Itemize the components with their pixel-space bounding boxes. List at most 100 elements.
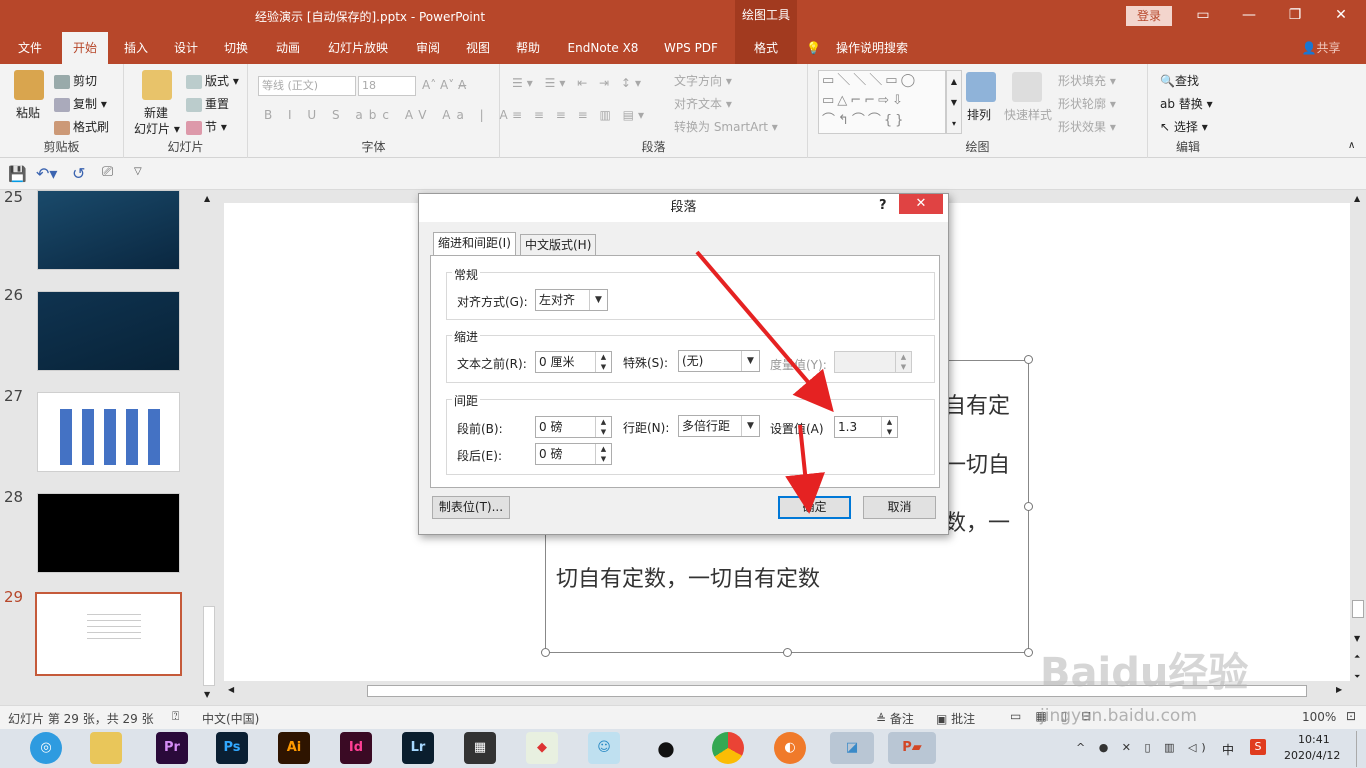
- tab-endnote[interactable]: EndNote X8: [560, 32, 646, 64]
- editor-vertical-scrollbar[interactable]: ▲ ▼ ⏶ ⏷: [1350, 194, 1366, 705]
- spinner-icon[interactable]: ▲ ▼: [595, 352, 611, 372]
- tab-view[interactable]: 视图: [456, 32, 500, 64]
- spacing-before-input[interactable]: 0 磅 ▲ ▼: [535, 416, 612, 438]
- save-icon[interactable]: 💾: [8, 165, 27, 183]
- resize-handle[interactable]: [1024, 355, 1033, 364]
- next-slide-icon[interactable]: ⏷: [1354, 672, 1360, 682]
- show-desktop-button[interactable]: [1356, 731, 1366, 767]
- comments-button[interactable]: ▣ 批注: [936, 710, 975, 727]
- thumbnail-scrollbar[interactable]: ▲ ▼: [202, 194, 216, 702]
- arrange-icon[interactable]: [966, 72, 996, 102]
- at-input[interactable]: 1.3 ▲ ▼: [834, 416, 898, 438]
- paste-icon[interactable]: [14, 70, 44, 100]
- scroll-up-icon[interactable]: ▲: [204, 194, 210, 203]
- presentation-icon[interactable]: ⎚: [102, 164, 113, 180]
- resize-handle[interactable]: [1024, 648, 1033, 657]
- spinner-icon[interactable]: ▲ ▼: [595, 417, 611, 437]
- browser-e-icon[interactable]: ◎: [30, 732, 62, 764]
- new-slide-icon[interactable]: [142, 70, 172, 100]
- tab-home[interactable]: 开始: [62, 32, 108, 64]
- thumbnail-scroll-thumb[interactable]: [203, 606, 215, 686]
- resize-handle[interactable]: [783, 648, 792, 657]
- spinner-icon[interactable]: ▲ ▼: [595, 444, 611, 464]
- quick-styles-button[interactable]: 快速样式: [1004, 106, 1052, 123]
- cancel-button[interactable]: 取消: [863, 496, 936, 519]
- spinner-icon[interactable]: ▲ ▼: [881, 417, 897, 437]
- undo-icon[interactable]: ↶▾: [36, 164, 57, 183]
- thumbnail-slide-28[interactable]: [37, 493, 180, 573]
- scroll-down-icon[interactable]: ▼: [204, 690, 210, 699]
- chrome-icon[interactable]: [712, 732, 744, 764]
- share-button[interactable]: 👤共享: [1296, 32, 1346, 64]
- language-status[interactable]: 中文(中国): [202, 710, 259, 727]
- quick-styles-icon[interactable]: [1012, 72, 1042, 102]
- file-explorer-icon[interactable]: [90, 732, 122, 764]
- lightroom-icon[interactable]: Lr: [402, 732, 434, 764]
- spacing-after-input[interactable]: 0 磅 ▲ ▼: [535, 443, 612, 465]
- tab-review[interactable]: 审阅: [406, 32, 450, 64]
- new-slide-dropdown[interactable]: 幻灯片 ▾: [134, 120, 180, 137]
- align-text-button[interactable]: 对齐文本 ▾: [674, 95, 732, 112]
- thumbnail-slide-25[interactable]: [37, 190, 180, 270]
- tell-me-search[interactable]: 操作说明搜索: [832, 32, 912, 64]
- tab-insert[interactable]: 插入: [114, 32, 158, 64]
- collapse-ribbon-icon[interactable]: ∧: [1348, 140, 1355, 151]
- fit-slide-icon[interactable]: ⊡: [1346, 709, 1356, 723]
- new-slide-button[interactable]: 新建: [144, 104, 168, 121]
- zoom-level[interactable]: 100%: [1302, 710, 1336, 724]
- shape-outline-button[interactable]: 形状轮廓 ▾: [1058, 95, 1116, 112]
- list-buttons[interactable]: ☰▾ ☰▾ ⇤ ⇥ ↕▾: [512, 76, 645, 90]
- ok-button[interactable]: 确定: [778, 496, 851, 519]
- reset-button[interactable]: 重置: [186, 95, 229, 112]
- smartart-button[interactable]: 转换为 SmartArt ▾: [674, 118, 778, 135]
- scroll-left-icon[interactable]: ◀: [228, 685, 234, 694]
- customize-qat-icon[interactable]: ▽: [134, 166, 142, 177]
- tab-indents-spacing[interactable]: 缩进和间距(I): [433, 232, 516, 256]
- qq-icon[interactable]: ●: [650, 732, 682, 764]
- shape-effects-button[interactable]: 形状效果 ▾: [1058, 118, 1116, 135]
- restore-icon[interactable]: ❐: [1272, 0, 1318, 32]
- tab-chinese-typography[interactable]: 中文版式(H): [520, 234, 597, 256]
- thumbnail-slide-26[interactable]: [37, 291, 180, 371]
- tab-help[interactable]: 帮助: [506, 32, 550, 64]
- resize-handle[interactable]: [541, 648, 550, 657]
- editor-scroll-thumb[interactable]: [1352, 600, 1364, 618]
- previous-slide-icon[interactable]: ⏶: [1354, 652, 1360, 662]
- alignment-select[interactable]: 左对齐 ▼: [535, 289, 608, 311]
- tab-wps-pdf[interactable]: WPS PDF: [656, 32, 726, 64]
- login-button[interactable]: 登录: [1126, 6, 1172, 26]
- arrange-button[interactable]: 排列: [967, 106, 991, 123]
- thumbnail-slide-29[interactable]: [35, 592, 182, 676]
- find-button[interactable]: 🔍查找: [1160, 72, 1199, 89]
- tab-animations[interactable]: 动画: [266, 32, 310, 64]
- section-button[interactable]: 节 ▾: [186, 118, 227, 135]
- cut-button[interactable]: 剪切: [54, 72, 97, 89]
- indesign-icon[interactable]: Id: [340, 732, 372, 764]
- browser-icon[interactable]: ◐: [774, 732, 806, 764]
- premiere-icon[interactable]: Pr: [156, 732, 188, 764]
- system-tray-icons[interactable]: ^ ● ✕ ▯ ▥ ◁): [1076, 741, 1211, 754]
- powerpoint-taskbar-icon[interactable]: P▰: [888, 732, 936, 764]
- align-buttons[interactable]: ≡ ≡ ≡ ≡ ▥ ▤▾: [512, 108, 648, 122]
- scroll-right-icon[interactable]: ▶: [1336, 685, 1342, 694]
- format-painter-button[interactable]: 格式刷: [54, 118, 109, 135]
- font-format-buttons[interactable]: B I U S abc AV Aa | A: [264, 108, 514, 122]
- shapes-gallery[interactable]: ▭＼＼＼▭◯ ▭△⌐⌐⇨⇩ ⌒↰⌒⌒{}: [818, 70, 946, 134]
- special-select[interactable]: (无) ▼: [678, 350, 760, 372]
- media-app-icon[interactable]: ◆: [526, 732, 558, 764]
- close-window-icon[interactable]: ✕: [1318, 0, 1364, 32]
- scroll-down-icon[interactable]: ▼: [1354, 634, 1360, 643]
- minimize-icon[interactable]: —: [1226, 0, 1272, 32]
- ribbon-display-options-icon[interactable]: ▭: [1180, 0, 1226, 32]
- font-name-combo[interactable]: 等线 (正文): [258, 76, 356, 96]
- resize-handle[interactable]: [1024, 502, 1033, 511]
- shapes-gallery-scroll[interactable]: ▲ ▼ ▾: [946, 70, 962, 134]
- illustrator-icon[interactable]: Ai: [278, 732, 310, 764]
- tab-transitions[interactable]: 切换: [214, 32, 258, 64]
- text-direction-button[interactable]: 文字方向 ▾: [674, 72, 732, 89]
- accessibility-icon[interactable]: ⍰: [172, 709, 179, 724]
- shape-fill-button[interactable]: 形状填充 ▾: [1058, 72, 1116, 89]
- font-size-combo[interactable]: 18: [358, 76, 416, 96]
- before-text-input[interactable]: 0 厘米 ▲ ▼: [535, 351, 612, 373]
- ime-indicator[interactable]: 中: [1222, 741, 1234, 758]
